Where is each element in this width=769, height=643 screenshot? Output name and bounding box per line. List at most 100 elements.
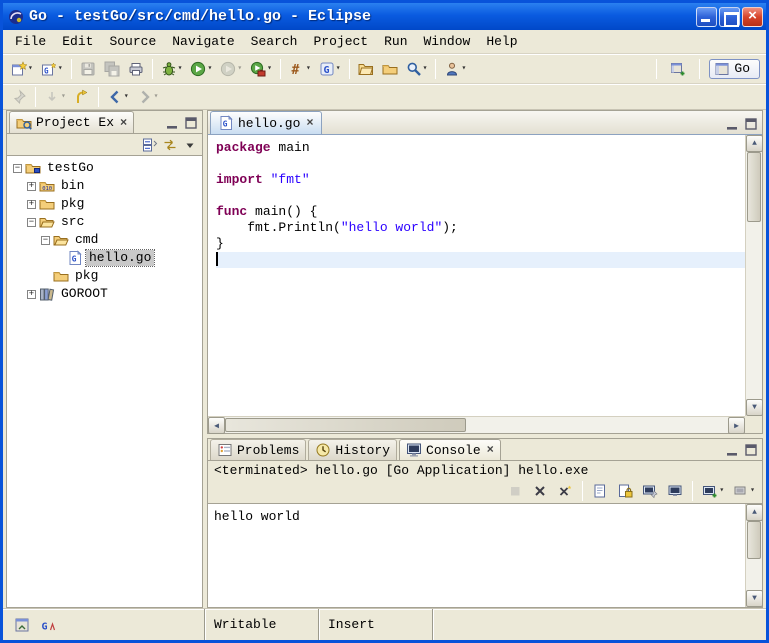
open-folder-button[interactable] <box>378 57 402 81</box>
tree-item-goroot[interactable]: +GOROOT <box>7 285 202 303</box>
menu-search[interactable]: Search <box>243 32 306 51</box>
back-button[interactable]: ▾ <box>103 85 133 109</box>
console-tab-history[interactable]: History <box>308 439 397 460</box>
scrollbar-thumb[interactable] <box>747 152 761 222</box>
menu-window[interactable]: Window <box>416 32 479 51</box>
search-button[interactable]: ▾ <box>402 57 432 81</box>
code-line[interactable]: func main() { <box>216 204 745 220</box>
remove-launch-button[interactable] <box>528 479 552 503</box>
new-go-program-button[interactable]: #▾ <box>285 57 315 81</box>
minimize-view-button[interactable] <box>723 115 741 132</box>
maximize-view-button[interactable] <box>742 441 760 458</box>
minimize-view-button[interactable] <box>163 114 181 131</box>
dropdown-caret-icon[interactable]: ▾ <box>750 486 755 496</box>
dropdown-caret-icon[interactable]: ▾ <box>719 486 724 496</box>
code-line[interactable]: package main <box>216 140 745 156</box>
terminate-button[interactable] <box>503 479 527 503</box>
menu-file[interactable]: File <box>7 32 54 51</box>
titlebar[interactable]: Go - testGo/src/cmd/hello.go - Eclipse <box>3 3 766 30</box>
new-wizard-button[interactable]: ▾ <box>7 57 37 81</box>
editor-vertical-scrollbar[interactable]: ▲ ▼ <box>745 135 762 416</box>
console-tab-problems[interactable]: Problems <box>210 439 306 460</box>
editor-tab-hello-go[interactable]: G hello.go × <box>210 111 322 134</box>
collapse-icon[interactable]: − <box>41 236 50 245</box>
pin-editor-button[interactable] <box>7 85 31 109</box>
expand-icon[interactable]: + <box>27 200 36 209</box>
dropdown-caret-icon[interactable]: ▾ <box>423 64 428 74</box>
dropdown-caret-icon[interactable]: ▾ <box>336 64 341 74</box>
dropdown-caret-icon[interactable]: ▾ <box>267 64 272 74</box>
menu-project[interactable]: Project <box>305 32 376 51</box>
scroll-left-icon[interactable]: ◀ <box>208 417 225 434</box>
editor-horizontal-scrollbar[interactable]: ◀ ▶ <box>208 416 745 433</box>
scrollbar-thumb[interactable] <box>225 418 466 432</box>
dropdown-caret-icon[interactable]: ▾ <box>61 92 66 102</box>
perspective-go-button[interactable]: Go <box>709 59 760 79</box>
eclipse-app-icon[interactable] <box>8 9 24 25</box>
collapse-all-button[interactable] <box>141 135 159 154</box>
close-editor-icon[interactable]: × <box>304 116 313 130</box>
open-console-button[interactable]: ▾ <box>698 479 728 503</box>
dropdown-caret-icon[interactable]: ▾ <box>124 92 129 102</box>
dropdown-caret-icon[interactable]: ▾ <box>178 64 183 74</box>
scrollbar-track[interactable] <box>225 417 728 433</box>
code-line[interactable] <box>216 156 745 172</box>
menu-navigate[interactable]: Navigate <box>164 32 242 51</box>
forward-button[interactable]: ▾ <box>133 85 163 109</box>
display-console-button[interactable] <box>663 479 687 503</box>
scroll-up-icon[interactable]: ▲ <box>746 504 763 521</box>
menu-run[interactable]: Run <box>376 32 415 51</box>
window-maximize-button[interactable] <box>719 7 740 27</box>
open-perspective-button[interactable] <box>666 57 690 81</box>
window-minimize-button[interactable] <box>696 7 717 27</box>
tree-item-cmd[interactable]: −cmd <box>7 231 202 249</box>
close-view-icon[interactable]: × <box>118 116 127 130</box>
save-all-button[interactable] <box>100 57 124 81</box>
scroll-lock-button[interactable] <box>613 479 637 503</box>
link-with-editor-button[interactable] <box>161 135 179 154</box>
fast-view-button[interactable] <box>11 614 33 636</box>
clear-console-button[interactable] <box>588 479 612 503</box>
new-go-element-button[interactable]: G▾ <box>37 57 67 81</box>
dropdown-caret-icon[interactable]: ▾ <box>306 64 311 74</box>
view-menu-button[interactable] <box>181 135 199 154</box>
goclipse-button[interactable]: G▾ <box>315 57 345 81</box>
project-explorer-tab[interactable]: Project Ex × <box>9 111 134 133</box>
scrollbar-thumb[interactable] <box>747 521 761 559</box>
close-tab-icon[interactable]: × <box>485 443 494 457</box>
minimize-view-button[interactable] <box>723 441 741 458</box>
tree-item-bin[interactable]: +010bin <box>7 177 202 195</box>
dropdown-caret-icon[interactable]: ▾ <box>207 64 212 74</box>
dropdown-caret-icon[interactable]: ▾ <box>58 64 63 74</box>
console-vertical-scrollbar[interactable]: ▲ ▼ <box>745 504 762 607</box>
scroll-down-icon[interactable]: ▼ <box>746 590 763 607</box>
dropdown-caret-icon[interactable]: ▾ <box>28 64 33 74</box>
window-close-button[interactable] <box>742 7 763 27</box>
tree-item-pkg[interactable]: +pkg <box>7 195 202 213</box>
scroll-right-icon[interactable]: ▶ <box>728 417 745 434</box>
scroll-up-icon[interactable]: ▲ <box>746 135 763 152</box>
next-annotation-button[interactable]: ▾ <box>40 85 70 109</box>
code-editor[interactable]: package mainimport "fmt"func main() { fm… <box>208 135 745 416</box>
tree-item-src[interactable]: −src <box>7 213 202 231</box>
scrollbar-track[interactable] <box>746 521 762 590</box>
pin-console-button[interactable] <box>638 479 662 503</box>
debug-button[interactable]: ▾ <box>157 57 187 81</box>
scrollbar-track[interactable] <box>746 152 762 399</box>
code-line[interactable] <box>216 188 745 204</box>
run-button[interactable]: ▾ <box>186 57 216 81</box>
external-tools-button[interactable]: ▾ <box>246 57 276 81</box>
menu-help[interactable]: Help <box>478 32 525 51</box>
open-resource-button[interactable] <box>354 57 378 81</box>
code-line[interactable]: } <box>216 236 745 252</box>
collapse-icon[interactable]: − <box>27 218 36 227</box>
tree-item-pkg[interactable]: pkg <box>7 267 202 285</box>
console-menu-button[interactable]: ▾ <box>729 479 759 503</box>
console-tab-console[interactable]: Console× <box>399 439 501 460</box>
dropdown-caret-icon[interactable]: ▾ <box>461 64 466 74</box>
expand-icon[interactable]: + <box>27 290 36 299</box>
tree-item-hello-go[interactable]: Ghello.go <box>7 249 202 267</box>
team-sync-button[interactable]: ▾ <box>440 57 470 81</box>
code-line[interactable] <box>216 252 745 268</box>
print-button[interactable] <box>124 57 148 81</box>
